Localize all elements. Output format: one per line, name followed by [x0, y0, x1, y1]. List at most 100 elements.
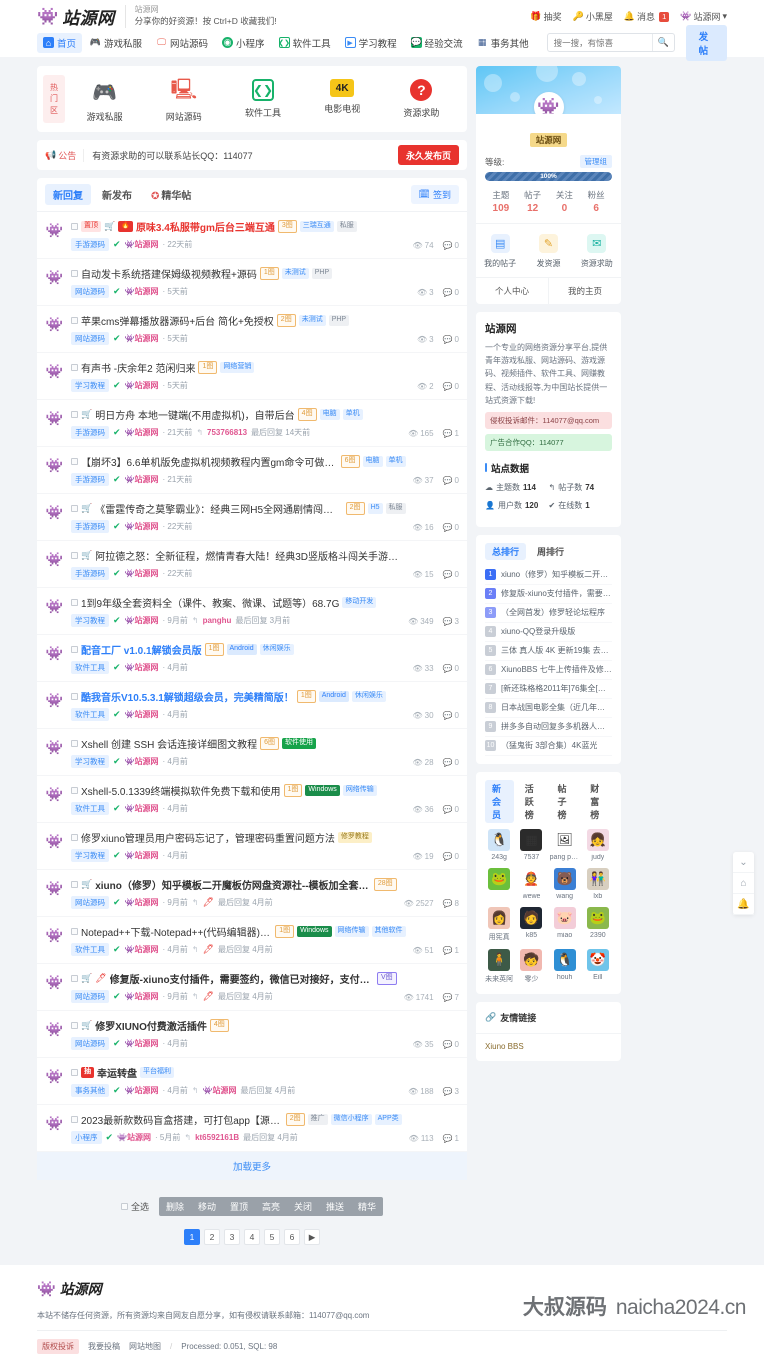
thread-checkbox[interactable] — [71, 411, 78, 418]
thread-tag[interactable]: 2图 — [276, 313, 296, 328]
thread-title[interactable]: Notepad++下载-Notepad++(代码编辑器) V8.1.4最新版 — [81, 924, 272, 939]
avatar[interactable]: 👾 — [45, 879, 64, 898]
thread-tag[interactable]: 网络传输 — [342, 784, 377, 797]
avatar[interactable]: 👾 — [533, 92, 564, 114]
thread-tag[interactable]: Windows — [297, 925, 332, 938]
thread-tag[interactable]: 三瑞互通 — [299, 220, 334, 233]
table-row[interactable]: 👾 置顶 🛒 🔥 原味3.4私服带gm后台三端互通 3图 三瑞互通 私服 手游源码 ✔ … — [37, 212, 467, 259]
thread-title[interactable]: 阿拉德之怒：全新征程，燃情青春大陆！经典3D竖版格斗闯关手游震撼登场，支持安卓、… — [95, 548, 405, 563]
home-icon[interactable]: ⌂ — [733, 873, 754, 894]
thread-tag[interactable]: 其他软件 — [371, 925, 406, 938]
thread-title[interactable]: xiuno（修罗）知乎模板二开魔板仿网盘资源社--模板加全套插件 — [95, 877, 371, 892]
last-reply-user[interactable]: 753766813 — [207, 428, 247, 437]
thread-category[interactable]: 手游源码 — [71, 567, 109, 580]
thread-category[interactable]: 学习教程 — [71, 755, 109, 768]
avatar[interactable]: 👲 — [520, 867, 543, 890]
avatar[interactable]: 🐧 — [488, 828, 511, 851]
tab-wealth-ranking[interactable]: 财富榜 — [583, 780, 612, 823]
tab-active-members[interactable]: 活跃榜 — [518, 780, 547, 823]
load-more-button[interactable]: 加载更多 — [37, 1152, 467, 1180]
avatar[interactable]: 👧 — [586, 828, 609, 851]
thread-author[interactable]: 👾站源网 — [125, 897, 159, 908]
avatar[interactable]: 👾 — [45, 503, 64, 522]
thread-title[interactable]: 《雷霆传奇之莫擎霸业》：经典三网H5全网通剧情闯关手游，附带安卓版本和Win服务… — [95, 501, 342, 516]
thread-title[interactable]: 苹果cms弹幕播放器源码+后台 简化+免授权 — [81, 313, 274, 328]
thread-tag[interactable]: 4图 — [297, 407, 317, 422]
page-1[interactable]: 1 — [184, 1229, 200, 1245]
list-item[interactable]: 🧑 k85 — [517, 906, 545, 942]
thread-category[interactable]: 软件工具 — [71, 708, 109, 721]
thread-checkbox[interactable] — [71, 317, 78, 324]
table-row[interactable]: 👾 苹果cms弹幕播放器源码+后台 简化+免授权 2图 未测试 PHP 网站源码 ✔… — [37, 306, 467, 353]
thread-author[interactable]: 👾站源网 — [125, 662, 159, 673]
table-row[interactable]: 👾 🛒 xiuno（修罗）知乎模板二开魔板仿网盘资源社--模板加全套插件 28图… — [37, 870, 467, 917]
nav-item-other[interactable]: ▦ 事务其他 — [471, 33, 535, 53]
thread-checkbox[interactable] — [71, 1116, 78, 1123]
list-item[interactable]: 🐻 wang — [550, 867, 580, 900]
thread-tag[interactable]: 6图 — [260, 736, 280, 751]
thread-tag[interactable]: 微信小程序 — [330, 1113, 372, 1126]
thread-title[interactable]: 自动发卡系统搭建保姆级视频教程+源码 — [81, 266, 257, 281]
thread-checkbox[interactable] — [71, 223, 78, 230]
nav-item-tutorials[interactable]: ▶ 学习教程 — [339, 33, 403, 53]
thread-category[interactable]: 学习教程 — [71, 849, 109, 862]
avatar[interactable]: 👾 — [45, 550, 64, 569]
thread-checkbox[interactable] — [71, 599, 78, 606]
thread-tag[interactable]: 未测试 — [298, 314, 326, 327]
thread-tag[interactable]: 休闲娱乐 — [259, 643, 294, 656]
thread-category[interactable]: 手游源码 — [71, 238, 109, 251]
thread-author[interactable]: 👾站源网 — [125, 380, 159, 391]
thread-checkbox[interactable] — [71, 505, 78, 512]
thread-category[interactable]: 软件工具 — [71, 661, 109, 674]
thread-category[interactable]: 软件工具 — [71, 802, 109, 815]
thread-tag[interactable]: 电脑 — [319, 408, 340, 421]
avatar[interactable]: 👾 — [45, 785, 64, 804]
tab-total-ranking[interactable]: 总排行 — [485, 542, 527, 560]
avatar[interactable]: 👾 — [45, 691, 64, 710]
thread-author[interactable]: 👾站源网 — [125, 521, 159, 532]
table-row[interactable]: 👾 修罗xiuno管理员用户密码忘记了，管理密码重置问题方法 修罗教程 学习教程… — [37, 823, 467, 870]
list-item[interactable]: 6 XiunoBBS 七牛上传插件及修改教程 — [485, 661, 612, 680]
thread-category[interactable]: 网站源码 — [71, 285, 109, 298]
thread-tag[interactable]: 移动开发 — [342, 596, 377, 609]
list-item[interactable]: 9 拼多多自动回复多多机器人虚拟店铺自 — [485, 718, 612, 737]
thread-tag[interactable]: 未测试 — [281, 267, 309, 280]
thread-checkbox[interactable] — [71, 552, 78, 559]
avatar[interactable]: 👾 — [45, 268, 64, 287]
thread-tag[interactable]: 软件使用 — [282, 737, 317, 750]
table-row[interactable]: 👾 🛒 明日方舟 本地一键端(不用虚拟机)，自带后台 4图 电脑 单机 手游源码 ✔… — [37, 400, 467, 447]
rank-title[interactable]: （全网首发）修罗轻论坛程序 — [501, 607, 605, 618]
page-3[interactable]: 3 — [224, 1229, 240, 1245]
bulk-action-高亮[interactable]: 高亮 — [255, 1197, 287, 1216]
thread-title[interactable]: 幸运转盘 — [97, 1065, 137, 1080]
thread-tag[interactable]: 1图 — [204, 642, 224, 657]
nav-item-website-source[interactable]: 🖵 网站源码 — [150, 33, 214, 53]
thread-tag[interactable]: 推广 — [307, 1113, 328, 1126]
thread-author[interactable]: 👾站源网 — [125, 286, 159, 297]
table-row[interactable]: 👾 🛒 修罗XIUNO付费激活插件 4图 网站源码 ✔ 👾站源网 · 4月前 👁… — [37, 1011, 467, 1058]
bulk-action-删除[interactable]: 删除 — [159, 1197, 191, 1216]
thread-tag[interactable]: PHP — [328, 314, 350, 327]
permanent-publish-button[interactable]: 永久发布页 — [397, 145, 459, 165]
bulk-action-移动[interactable]: 移动 — [191, 1197, 223, 1216]
thread-author[interactable]: 👾站源网 — [125, 991, 159, 1002]
rank-title[interactable]: xiuno（修罗）知乎模板二开魔板仿网 — [501, 569, 612, 580]
submit-article-link[interactable]: 我要投稿 — [88, 1341, 120, 1352]
list-item[interactable]: 👫 lxb — [584, 867, 612, 900]
header-user-menu[interactable]: 👾 站源网 ▾ — [680, 10, 727, 23]
thread-checkbox[interactable] — [71, 693, 78, 700]
thread-tag[interactable]: Android — [318, 690, 349, 703]
page-6[interactable]: 6 — [284, 1229, 300, 1245]
thread-author[interactable]: 👾站源网 — [125, 568, 159, 579]
thread-author[interactable]: 👾站源网 — [125, 333, 159, 344]
thread-category[interactable]: 网站源码 — [71, 1037, 109, 1050]
thread-tag[interactable]: 私服 — [385, 502, 406, 515]
header-messages[interactable]: 🔔 消息 1 — [624, 10, 670, 23]
thread-tag[interactable]: 4图 — [209, 1018, 229, 1033]
thread-checkbox[interactable] — [71, 834, 78, 841]
avatar[interactable]: 👫 — [586, 867, 609, 890]
list-item[interactable]: ▦ 7537 — [517, 828, 545, 861]
table-row[interactable]: 👾 自动发卡系统搭建保姆级视频教程+源码 1图 未测试 PHP 网站源码 ✔ 👾站源… — [37, 259, 467, 306]
avatar[interactable]: 👾 — [45, 456, 64, 475]
thread-tag[interactable]: 休闲娱乐 — [351, 690, 386, 703]
